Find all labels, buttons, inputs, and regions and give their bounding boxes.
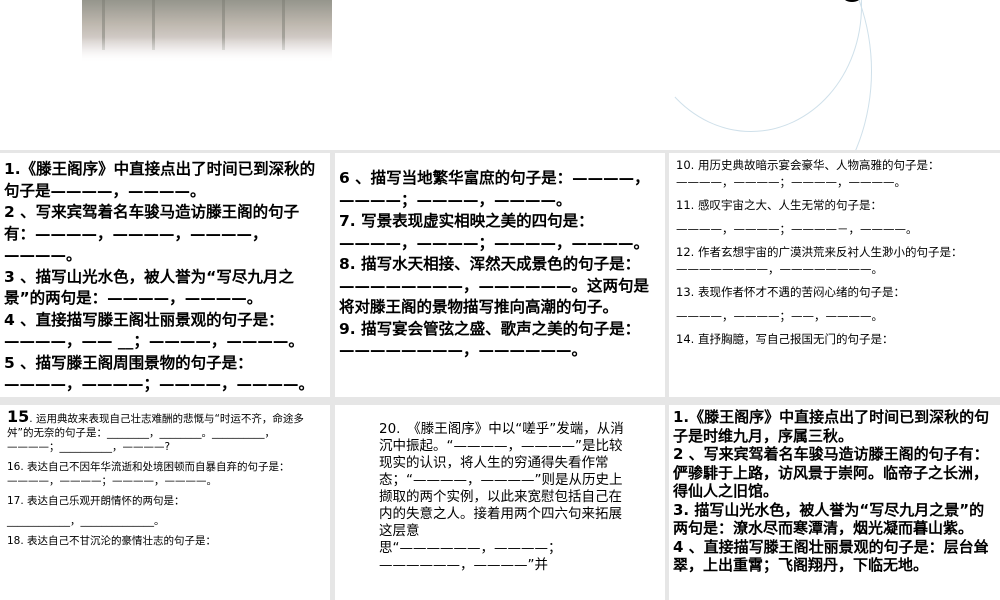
slide-panel-question-20[interactable]: 20. 《滕王阁序》中以“嗟乎”发端，从消沉中振起。“————，————”是比较… (335, 405, 665, 600)
question-11-blanks: ————，————；————－，————。 (676, 221, 918, 236)
question-1: 1.《滕王阁序》中直接点出了时间已到深秋的句子是————，————。 (4, 160, 316, 200)
question-13: 13. 表现作者怀才不遇的苦闷心绪的句子是： (676, 285, 905, 299)
answer-2: 2 、写来宾驾着名车骏马造访滕王阁的句子有：俨骖騑于上路，访风景于崇阿。临帝子之… (673, 445, 989, 500)
question-16: 16. 表达自己不因年华流逝和处境困顿而自暴自弃的句子是：————，————；—… (7, 461, 290, 487)
question-8: 8. 描写水天相接、浑然天成景色的句子是：————————，——————。这两句… (339, 255, 650, 316)
question-14: 14. 直抒胸臆，写自己报国无门的句子是： (676, 332, 894, 346)
question-5: 5 、描写滕王阁周围景物的句子是：————，————；————，————。 (4, 353, 315, 394)
pavilion-photo (82, 0, 332, 62)
question-12: 12. 作者玄想宇宙的广漠洪荒来反衬人生渺小的句子是：————————，————… (676, 245, 963, 276)
question-6: 6 、描写当地繁华富庶的句子是：————，————；————，————。 (339, 169, 650, 209)
question-13-blanks: ————，————；——，————。 (676, 308, 883, 323)
question-20-part-2: 态；“————，————”则是从历史上撷取的两个实例，以此来宽慰包括自己在内的失… (379, 472, 623, 539)
question-17: 17. 表达自己乐观开朗情怀的两句是： (7, 495, 185, 507)
question-11: 11. 感叹宇宙之大、人生无常的句子是： (676, 198, 882, 212)
slide-panel-questions-15-18[interactable]: 15. 运用典故来表现自己壮志难酬的悲慨与“时运不齐，命途多舛”的无奈的句子是：… (0, 405, 330, 600)
question-15-text: . 运用典故来表现自己壮志难酬的悲慨与“时运不齐，命途多舛”的无奈的句子是：__… (7, 413, 304, 453)
question-4: 4 、直接描写滕王阁壮丽景观的句子是：————，—— __；————，————。 (4, 310, 304, 351)
question-7: 7. 写景表现虚实相映之美的四句是：————，————；————，————。 (339, 212, 650, 252)
slide-panel-questions-1-5[interactable]: 1.《滕王阁序》中直接点出了时间已到深秋的句子是————，————。 2 、写来… (0, 153, 330, 397)
slide-panel-questions-6-9[interactable]: 6 、描写当地繁华富庶的句子是：————，————；————，————。 7. … (335, 153, 665, 397)
answer-3: 3. 描写山光水色，被人誉为“写尽九月之景”的两句是：潦水尽而寒潭清，烟光凝而暮… (673, 500, 985, 538)
question-2: 2 、写来宾驾着名车骏马造访滕王阁的句子有：————，————，————，———… (4, 203, 300, 264)
answer-4: 4 、直接描写滕王阁壮丽景观的句子是：层台耸翠，上出重霄；飞阁翔丹，下临无地。 (673, 537, 989, 575)
question-20-part-1: 20. 《滕王阁序》中以“嗟乎”发端，从消沉中振起。“————，————”是比较… (379, 421, 624, 471)
question-10: 10. 用历史典故暗示宴会豪华、人物高雅的句子是：————，————；————，… (676, 158, 940, 189)
question-20-part-3: 思“——————，————；——————，————”并 (379, 540, 562, 573)
answer-1: 1.《滕王阁序》中直接点出了时间已到深秋的句子是时维九月，序属三秋。 (673, 408, 990, 445)
question-18: 18. 表达自己不甘沉沦的豪情壮志的句子是： (7, 535, 217, 547)
question-17-blanks: ____________，______________。 (7, 515, 165, 527)
question-3: 3 、描写山光水色，被人誉为“写尽九月之景”的两句是：————，————。 (4, 267, 294, 308)
slide-panel-questions-10-14[interactable]: 10. 用历史典故暗示宴会豪华、人物高雅的句子是：————，————；————，… (669, 153, 1000, 397)
question-15: 15. 运用典故来表现自己壮志难酬的悲慨与“时运不齐，命途多舛”的无奈的句子是：… (7, 407, 323, 454)
question-9: 9. 描写宴会管弦之盛、歌声之美的句子是：————————，——————。 (339, 319, 641, 360)
slide-thumbnail-grid: 1.《滕王阁序》中直接点出了时间已到深秋的句子是————，————。 2 、写来… (0, 150, 1000, 600)
slide-panel-answers-1-4[interactable]: 1.《滕王阁序》中直接点出了时间已到深秋的句子是时维九月，序属三秋。 2 、写来… (669, 405, 1000, 600)
slide-header (0, 0, 1000, 252)
question-15-number: 15 (7, 407, 30, 426)
